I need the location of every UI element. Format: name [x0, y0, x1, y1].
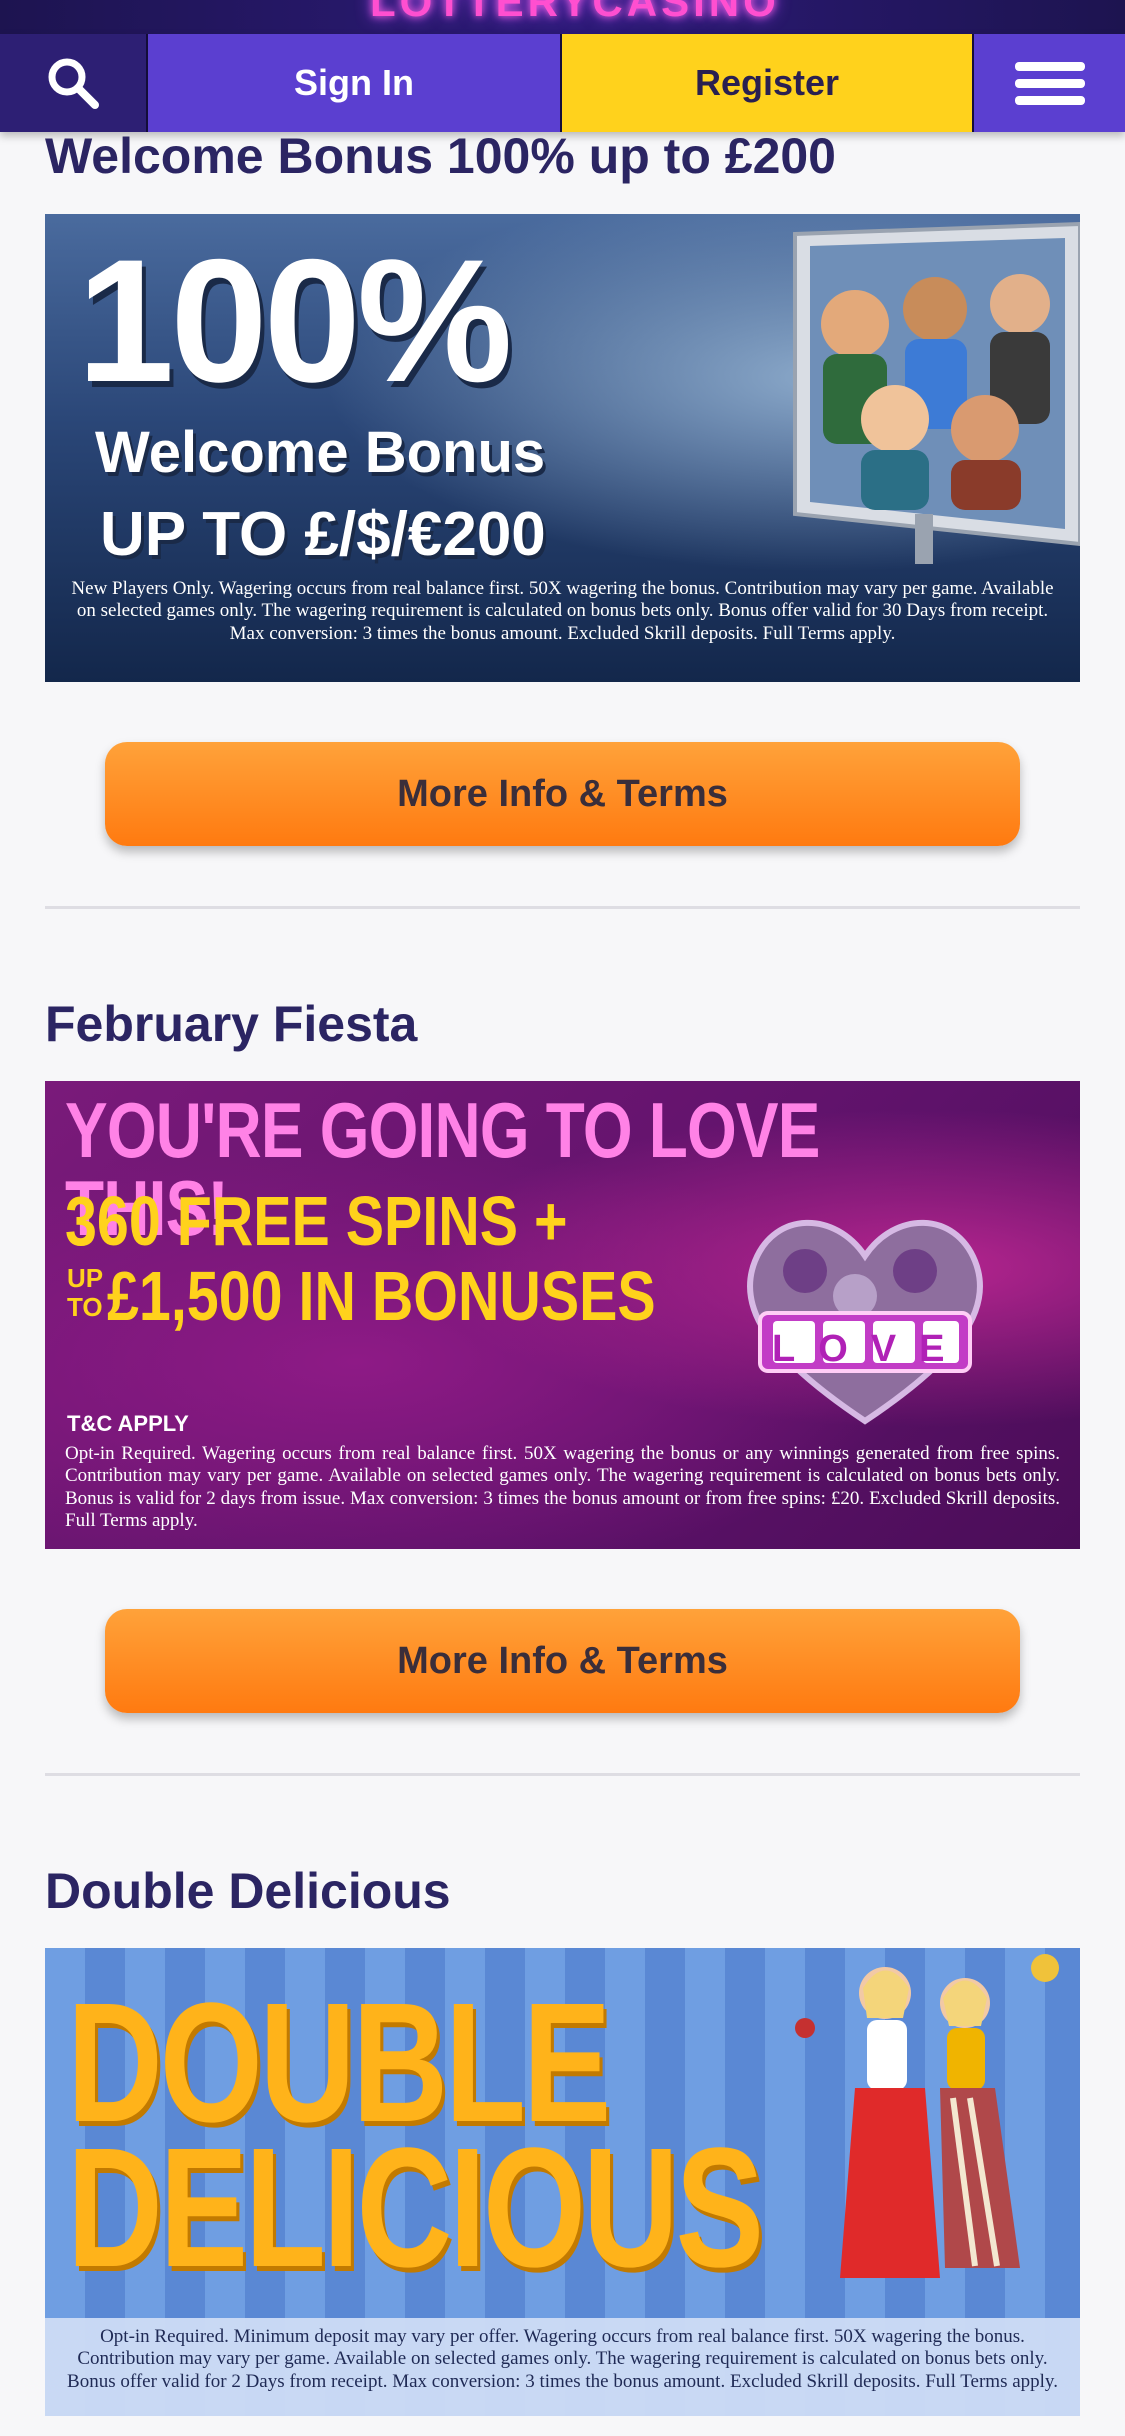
site-logo[interactable]: LOTTERYCASINO — [370, 0, 776, 25]
section-divider — [45, 906, 1080, 909]
banner-bonus-amount: £1,500 IN BONUSES — [107, 1257, 656, 1335]
banner-subheadline: Welcome Bonus — [95, 420, 546, 485]
banner-amount: UP TO £/$/€200 — [100, 500, 546, 569]
welcome-bonus-banner[interactable]: 100% Welcome Bonus UP TO £/$/€200 New Pl… — [45, 214, 1080, 682]
search-icon — [48, 58, 99, 109]
banner-disclaimer: Opt-in Required. Minimum deposit may var… — [67, 2326, 1058, 2392]
dancing-women-image — [795, 1954, 1059, 2278]
menu-button[interactable] — [974, 34, 1125, 132]
register-button[interactable]: Register — [562, 34, 974, 132]
tc-apply-label: T&C APPLY — [67, 1411, 189, 1436]
sign-in-button[interactable]: Sign In — [148, 34, 562, 132]
more-info-terms-button[interactable]: More Info & Terms — [105, 1609, 1020, 1713]
disclaimer-panel: Opt-in Required. Minimum deposit may var… — [45, 2318, 1080, 2416]
banner-headline: 100% — [77, 224, 513, 419]
banner-disclaimer: New Players Only. Wagering occurs from r… — [71, 578, 1054, 644]
february-fiesta-banner[interactable]: YOU'RE GOING TO LOVE THIS! 360 FREE SPIN… — [45, 1081, 1080, 1549]
banner-disclaimer: Opt-in Required. Wagering occurs from re… — [65, 1443, 1060, 1532]
banner-headline-line2: DELICIOUS — [67, 2113, 764, 2303]
love-badge-text: LOVE — [772, 1328, 968, 1370]
promo-title: Double Delicious — [45, 1863, 451, 1919]
hamburger-icon — [1014, 54, 1085, 113]
promo-title: February Fiesta — [45, 996, 418, 1052]
banner-free-spins: 360 FREE SPINS + — [65, 1182, 568, 1260]
promo-title: Welcome Bonus 100% up to £200 — [45, 128, 836, 184]
characters-billboard-image — [793, 221, 1080, 564]
top-nav: Sign In Register — [0, 34, 1125, 132]
search-button[interactable] — [0, 34, 148, 132]
section-divider — [45, 1773, 1080, 1776]
more-info-terms-button[interactable]: More Info & Terms — [105, 742, 1020, 846]
double-delicious-banner[interactable]: DOUBLE DELICIOUS Opt-in Required. Minimu… — [45, 1948, 1080, 2416]
banner-up-to: UP TO — [67, 1263, 103, 1322]
love-heart-image — [747, 1219, 983, 1425]
